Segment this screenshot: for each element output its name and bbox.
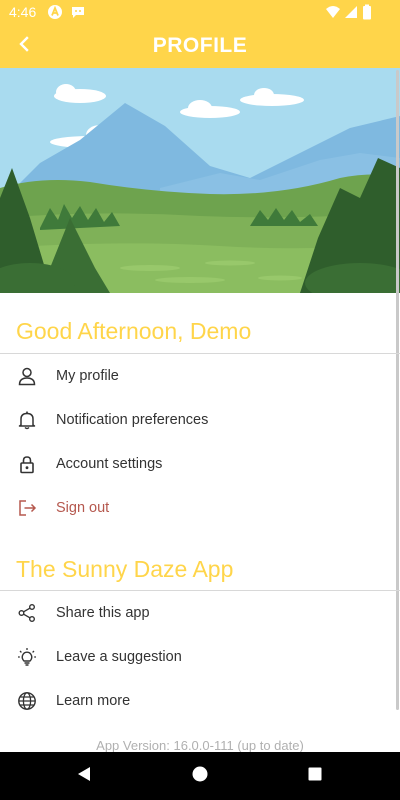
recents-square-icon bbox=[307, 766, 323, 787]
battery-icon bbox=[362, 4, 372, 25]
lightbulb-icon bbox=[16, 646, 38, 668]
menu-item-label: My profile bbox=[56, 368, 119, 384]
nav-recents-button[interactable] bbox=[303, 764, 327, 788]
menu-item-label: Learn more bbox=[56, 693, 131, 709]
menu-item-sign-out[interactable]: Sign out bbox=[0, 486, 400, 530]
page-title: PROFILE bbox=[152, 34, 248, 57]
app-version-text: App Version: 16.0.0-111 (up to date) bbox=[96, 738, 304, 753]
menu-item-notification-preferences[interactable]: Notification preferences bbox=[0, 398, 400, 442]
hero-landscape-image bbox=[0, 68, 400, 293]
back-triangle-icon bbox=[75, 765, 93, 788]
auto-a-icon bbox=[47, 4, 63, 25]
notification-chat-icon bbox=[70, 4, 86, 25]
menu-item-label: Account settings bbox=[56, 456, 163, 472]
lock-icon bbox=[16, 453, 38, 475]
menu-item-label: Notification preferences bbox=[56, 412, 209, 428]
bell-icon bbox=[16, 409, 38, 431]
menu-item-label: Share this app bbox=[56, 605, 150, 621]
home-circle-icon bbox=[191, 765, 209, 788]
greeting-heading: Good Afternoon, Demo bbox=[16, 318, 252, 344]
app-bar: PROFILE bbox=[0, 24, 400, 68]
nav-back-button[interactable] bbox=[72, 764, 96, 788]
person-icon bbox=[16, 365, 38, 387]
menu-item-label: Leave a suggestion bbox=[56, 649, 182, 665]
menu-item-learn-more[interactable]: Learn more bbox=[0, 679, 400, 723]
menu-item-leave-a-suggestion[interactable]: Leave a suggestion bbox=[0, 635, 400, 679]
menu-item-my-profile[interactable]: My profile bbox=[0, 354, 400, 398]
signal-icon bbox=[344, 4, 358, 25]
menu-item-account-settings[interactable]: Account settings bbox=[0, 442, 400, 486]
app-section-heading: The Sunny Daze App bbox=[16, 556, 234, 582]
menu-item-label: Sign out bbox=[56, 500, 110, 516]
menu-item-share-this-app[interactable]: Share this app bbox=[0, 591, 400, 635]
sign-out-icon bbox=[16, 497, 38, 519]
globe-icon bbox=[16, 690, 38, 712]
system-nav-bar bbox=[0, 752, 400, 800]
wifi-icon bbox=[325, 4, 341, 25]
status-bar: 4:46 bbox=[0, 0, 400, 24]
status-time: 4:46 bbox=[9, 4, 37, 20]
nav-home-button[interactable] bbox=[188, 764, 212, 788]
share-icon bbox=[16, 602, 38, 624]
